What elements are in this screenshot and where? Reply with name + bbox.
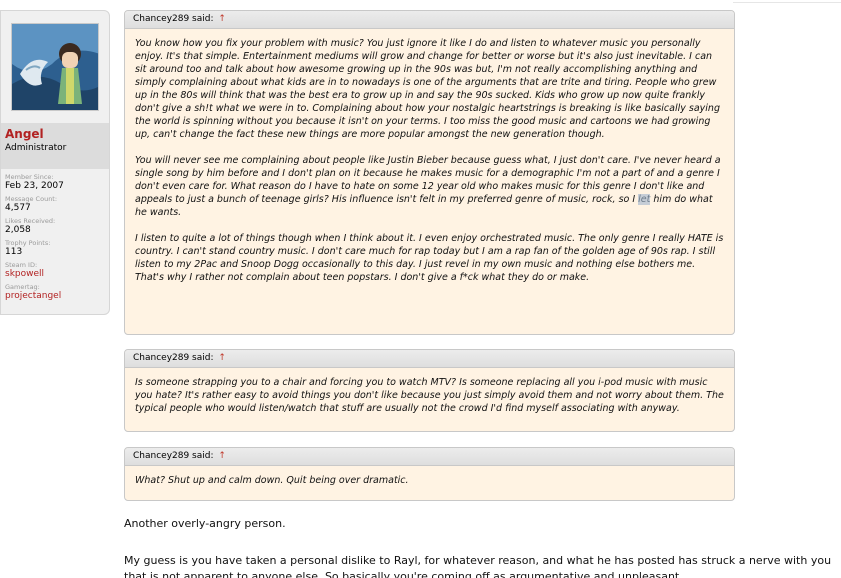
quote-paragraph: You will never see me complaining about … (135, 154, 724, 219)
stat-value-trophy-points: 113 (5, 247, 23, 257)
quote-paragraph: Is someone strapping you to a chair and … (135, 377, 724, 414)
quote-block: Chancey289 said: ↑ You know how you fix … (124, 10, 735, 335)
quote-body: What? Shut up and calm down. Quit being … (125, 466, 734, 495)
jump-to-post-icon[interactable]: ↑ (218, 353, 226, 363)
quote-paragraph: What? Shut up and calm down. Quit being … (135, 475, 409, 486)
stat-value-message-count: 4,577 (5, 203, 31, 213)
stat-value-likes-received: 2,058 (5, 225, 31, 235)
stat-value-steam-id[interactable]: skpowell (5, 269, 109, 280)
quote-paragraph: I listen to quite a lot of things though… (135, 233, 724, 283)
quote-block: Chancey289 said: ↑ What? Shut up and cal… (124, 447, 735, 501)
stat-value-gamertag[interactable]: projectangel (5, 291, 109, 302)
user-name-box: Angel Administrator (1, 123, 109, 169)
stat-label-message-count: Message Count: (5, 195, 58, 203)
user-info-sidebar: Angel Administrator Member Since: Feb 23… (0, 10, 110, 315)
stat-label-member-since: Member Since: (5, 173, 54, 181)
quote-body: You know how you fix your problem with m… (125, 29, 734, 292)
stat-value-member-since: Feb 23, 2007 (5, 181, 64, 191)
stat-label-likes-received: Likes Received: (5, 217, 56, 225)
quote-body: Is someone strapping you to a chair and … (125, 368, 734, 423)
jump-to-post-icon[interactable]: ↑ (218, 14, 226, 24)
username[interactable]: Angel (5, 127, 105, 141)
user-stats: Member Since: Feb 23, 2007 Message Count… (5, 173, 109, 305)
quote-attribution: Chancey289 said: (133, 451, 214, 461)
quote-block: Chancey289 said: ↑ Is someone strapping … (124, 349, 735, 432)
stat-label-steam-id: Steam ID: (5, 261, 38, 269)
quote-paragraph: You know how you fix your problem with m… (135, 38, 720, 140)
user-title: Administrator (5, 143, 67, 153)
jump-to-post-icon[interactable]: ↑ (218, 451, 226, 461)
reply-line: Another overly-angry person. (124, 517, 286, 530)
stat-label-trophy-points: Trophy Points: (5, 239, 51, 247)
selected-text: let (638, 194, 651, 205)
quote-paragraph-text: You will never see me complaining about … (135, 155, 721, 218)
avatar[interactable] (11, 23, 99, 111)
reply-line: My guess is you have taken a personal di… (124, 554, 832, 578)
top-divider (733, 2, 841, 3)
avatar-image (12, 24, 98, 110)
quote-attribution: Chancey289 said: (133, 14, 214, 24)
quote-header: Chancey289 said: ↑ (125, 11, 734, 29)
stat-label-gamertag: Gamertag: (5, 283, 40, 291)
quote-header: Chancey289 said: ↑ (125, 448, 734, 466)
quote-attribution: Chancey289 said: (133, 353, 214, 363)
quote-header: Chancey289 said: ↑ (125, 350, 734, 368)
